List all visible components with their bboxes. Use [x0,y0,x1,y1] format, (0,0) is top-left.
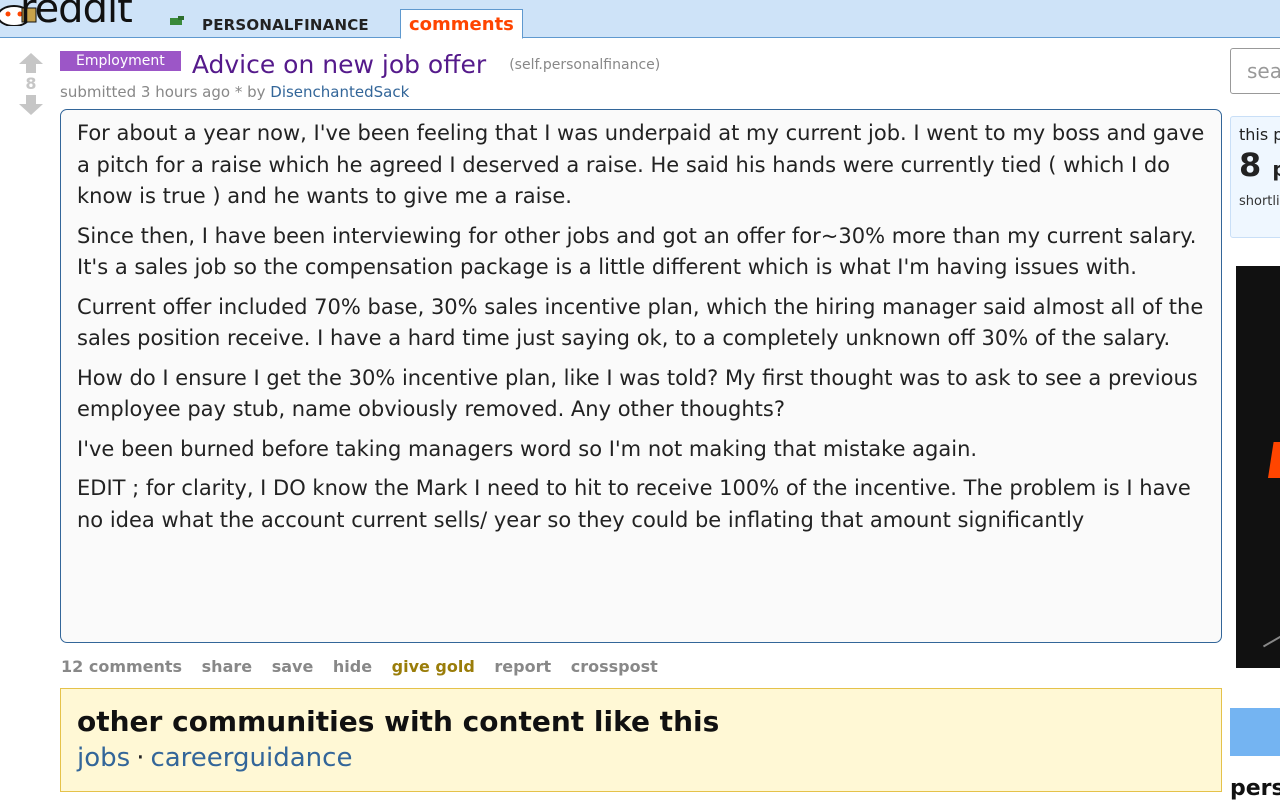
post-body: For about a year now, I've been feeling … [60,109,1222,643]
shortlink-label: shortli [1239,194,1280,209]
other-communities-title: other communities with content like this [77,705,720,738]
hide-button[interactable]: hide [333,657,372,676]
site-header: reddit PERSONALFINANCE comments [0,0,1280,39]
vote-controls: 8 [18,52,44,116]
body-paragraph: EDIT ; for clarity, I DO know the Mark I… [77,476,1191,532]
tagline-prefix: submitted 3 hours ago * by [60,83,266,101]
points-suffix: p [1272,157,1280,181]
post-info-box: this p 8 p shortli [1230,116,1280,238]
save-button[interactable]: save [272,657,314,676]
other-communities-box: other communities with content like this… [60,688,1222,792]
give-gold-button[interactable]: give gold [392,657,475,676]
separator: · [136,743,145,773]
body-paragraph: For about a year now, I've been feeling … [77,121,1205,208]
comments-link[interactable]: 12 comments [61,657,182,676]
author-link[interactable]: DisenchantedSack [270,83,409,101]
body-paragraph: I've been burned before taking managers … [77,436,978,461]
post-tagline: submitted 3 hours ago * by DisenchantedS… [60,83,409,101]
sidebar-action-button[interactable] [1230,708,1280,756]
logo-text: reddit [20,0,133,32]
post-flair[interactable]: Employment [60,51,181,71]
upvote-arrow-icon[interactable] [18,52,44,74]
post-title-row: Employment Advice on new job offer (self… [60,50,660,79]
report-button[interactable]: report [494,657,551,676]
search-placeholder: sea [1247,59,1280,83]
points-value: 8 [1239,146,1262,184]
body-paragraph: Since then, I have been interviewing for… [77,223,1197,280]
subreddit-icon [170,16,184,25]
body-paragraph: How do I ensure I get the 30% incentive … [77,365,1198,422]
community-link-jobs[interactable]: jobs [77,743,130,773]
body-paragraph: Current offer included 70% base, 30% sal… [77,294,1204,351]
crosspost-button[interactable]: crosspost [571,657,658,676]
community-link-careerguidance[interactable]: careerguidance [150,743,352,773]
share-button[interactable]: share [202,657,252,676]
tab-comments[interactable]: comments [400,9,523,39]
post-action-buttons: 12 comments share save hide give gold re… [61,657,672,676]
post-title[interactable]: Advice on new job offer [192,50,486,79]
sidebar-heading: pers [1230,776,1280,801]
post-domain[interactable]: (self.personalfinance) [509,57,660,73]
search-input[interactable]: sea [1230,48,1280,94]
subreddit-name[interactable]: PERSONALFINANCE [202,16,369,34]
downvote-arrow-icon[interactable] [18,94,44,116]
points-count: 8 p [1239,146,1280,184]
post-score: 8 [25,74,37,93]
other-communities-links: jobs · careerguidance [77,743,1205,773]
this-post-label: this p [1239,125,1280,144]
